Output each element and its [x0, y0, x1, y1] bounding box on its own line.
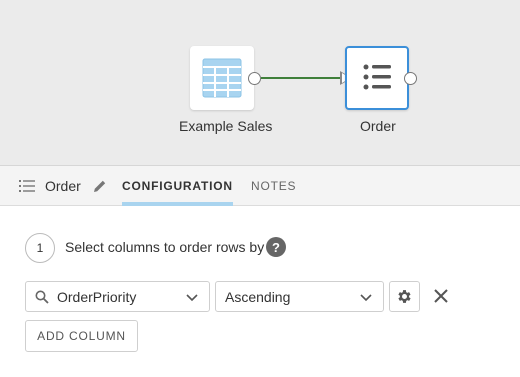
step-number-badge: 1 — [25, 233, 55, 263]
tab-notes[interactable]: NOTES — [251, 166, 296, 206]
tab-configuration[interactable]: CONFIGURATION — [122, 166, 233, 206]
example-sales-label: Example Sales — [179, 118, 273, 134]
chevron-down-icon — [186, 294, 198, 302]
pencil-icon[interactable] — [93, 166, 107, 206]
help-icon[interactable]: ? — [266, 237, 286, 257]
order-node-label: Order — [360, 118, 396, 134]
order-node[interactable] — [345, 46, 409, 110]
gear-icon — [398, 290, 411, 303]
settings-button[interactable] — [389, 281, 420, 312]
instruction-text: Select columns to order rows by — [65, 239, 265, 255]
step-list-icon[interactable] — [19, 166, 35, 206]
workflow-canvas: Example Sales Order — [0, 0, 520, 166]
source-output-port[interactable] — [248, 72, 261, 85]
direction-select[interactable]: Ascending — [215, 281, 384, 312]
direction-select-value: Ascending — [225, 288, 291, 305]
order-output-port[interactable] — [404, 72, 417, 85]
chevron-down-icon — [360, 294, 372, 302]
column-select[interactable]: OrderPriority — [25, 281, 210, 312]
ordered-list-icon — [363, 64, 391, 90]
close-icon[interactable] — [432, 287, 450, 305]
search-icon — [35, 290, 49, 304]
add-column-button[interactable]: ADD COLUMN — [25, 320, 138, 352]
step-name: Order — [45, 178, 81, 194]
step-tab-bar: Order CONFIGURATION NOTES — [0, 166, 520, 206]
table-icon — [202, 58, 242, 98]
example-sales-node[interactable] — [190, 46, 254, 110]
column-select-value: OrderPriority — [57, 288, 137, 305]
connection-wire — [261, 77, 343, 79]
